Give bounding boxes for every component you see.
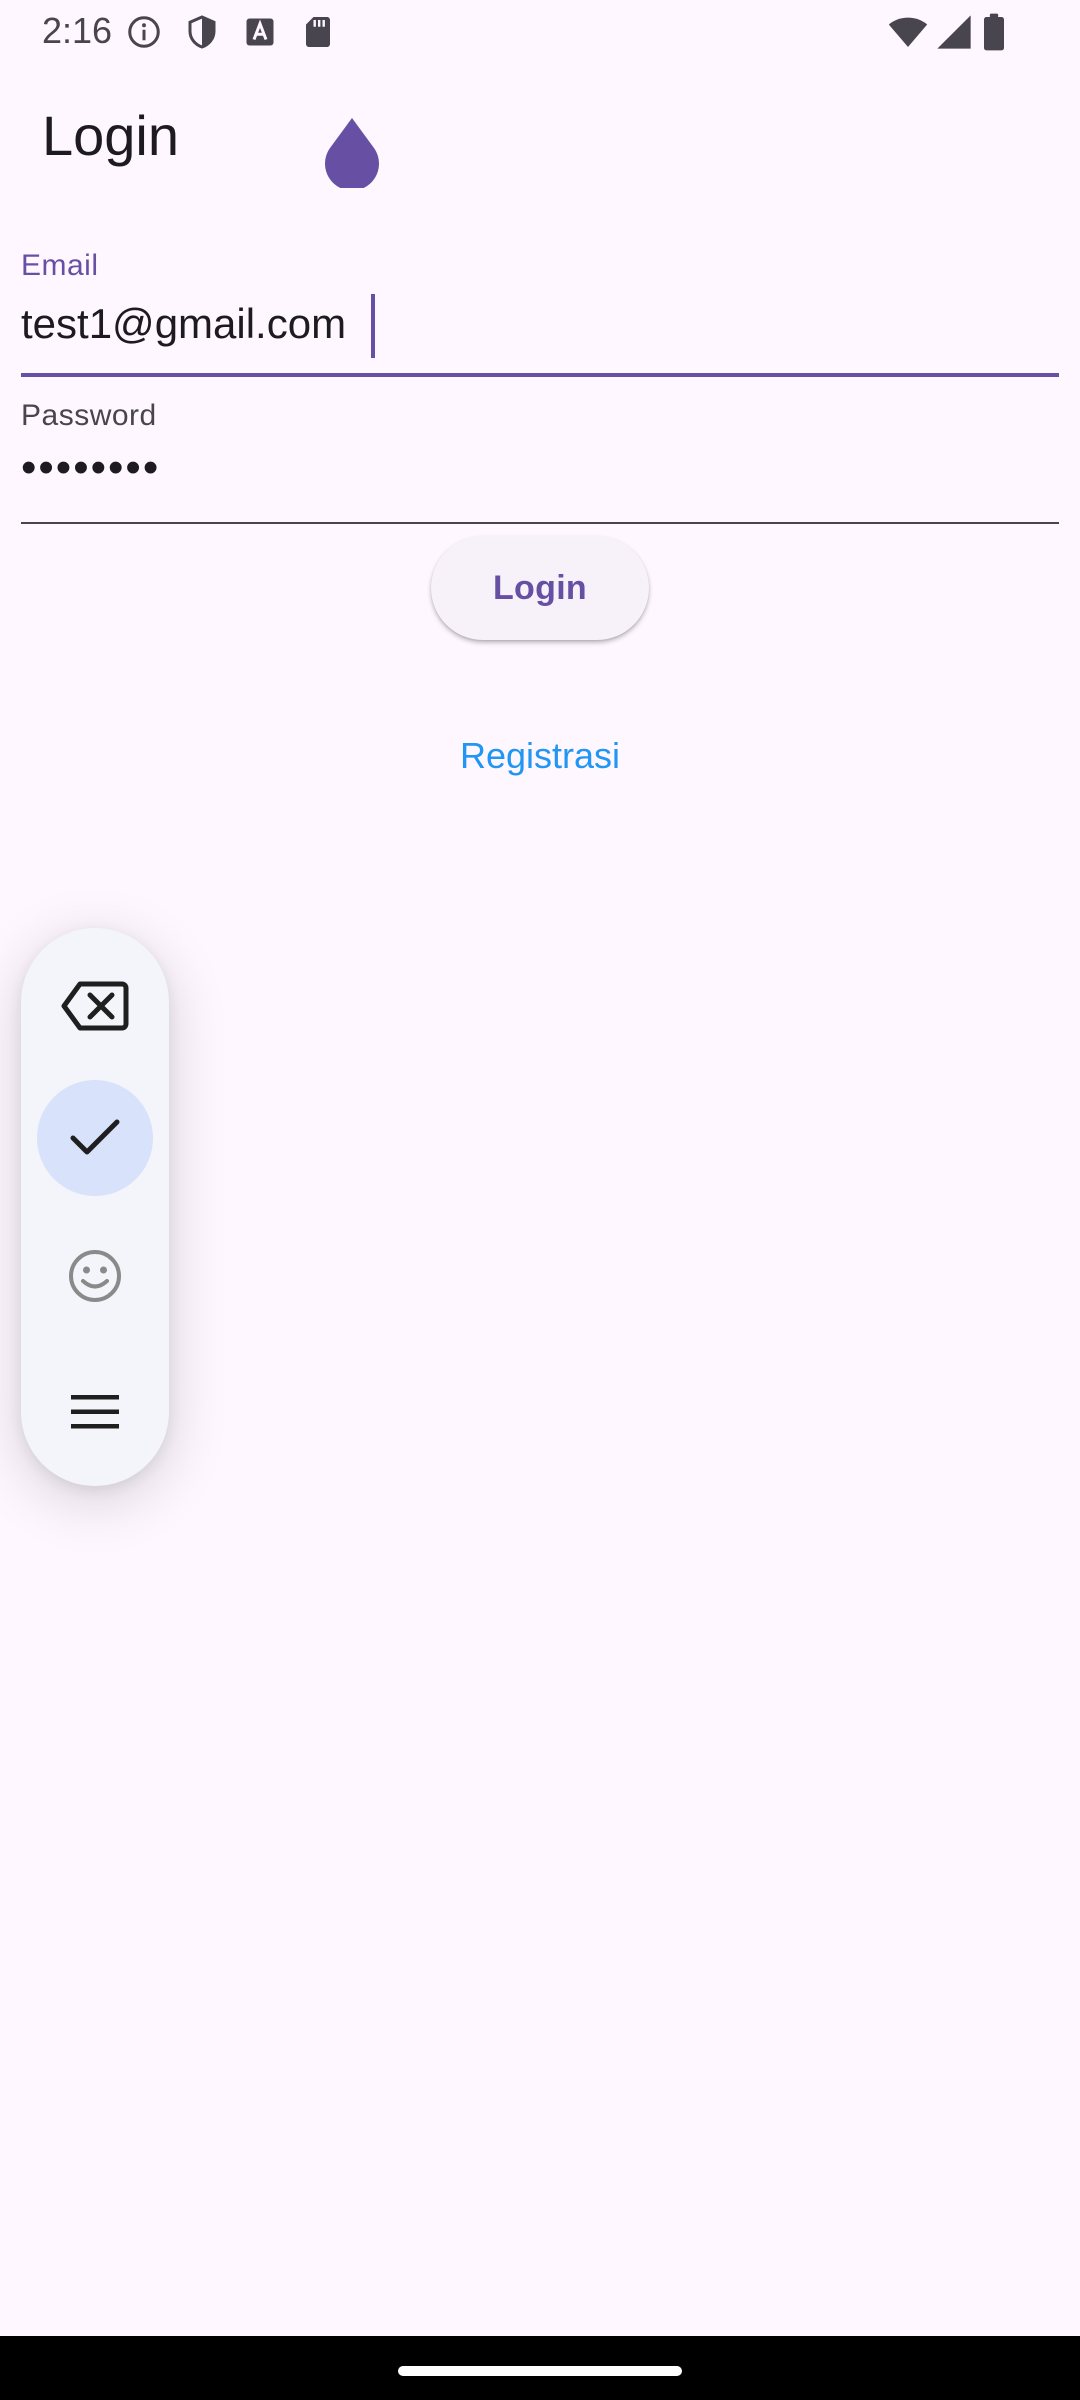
email-input[interactable]: test1@gmail.com — [21, 296, 346, 352]
status-time: 2:16 — [42, 10, 113, 51]
cursor-handle[interactable] — [322, 118, 382, 188]
info-icon — [126, 14, 162, 50]
password-underline — [21, 522, 1059, 524]
password-label: Password — [21, 399, 157, 432]
check-icon[interactable] — [37, 1080, 153, 1196]
wifi-icon — [888, 12, 928, 52]
navigation-bar — [0, 2336, 1080, 2400]
email-field[interactable]: Email test1@gmail.com — [21, 246, 1059, 377]
font-a-icon — [242, 14, 278, 50]
battery-icon — [980, 12, 1008, 52]
status-bar: 2:16 — [0, 0, 1080, 62]
shield-icon — [184, 14, 220, 50]
cell-signal-icon — [934, 12, 974, 52]
email-underline — [21, 373, 1059, 377]
password-input[interactable]: •••••••• — [21, 440, 160, 496]
menu-icon[interactable] — [37, 1354, 153, 1470]
emoji-icon[interactable] — [37, 1218, 153, 1334]
home-gesture-handle[interactable] — [398, 2366, 682, 2376]
email-label: Email — [21, 249, 99, 282]
password-field[interactable]: Password •••••••• — [21, 396, 1059, 524]
text-cursor — [371, 294, 375, 358]
keyboard-toolbar — [21, 928, 169, 1486]
login-button[interactable]: Login — [431, 536, 649, 640]
sd-card-icon — [300, 14, 336, 50]
backspace-icon[interactable] — [37, 948, 153, 1064]
page-title: Login — [42, 104, 180, 167]
register-link[interactable]: Registrasi — [0, 730, 1080, 782]
